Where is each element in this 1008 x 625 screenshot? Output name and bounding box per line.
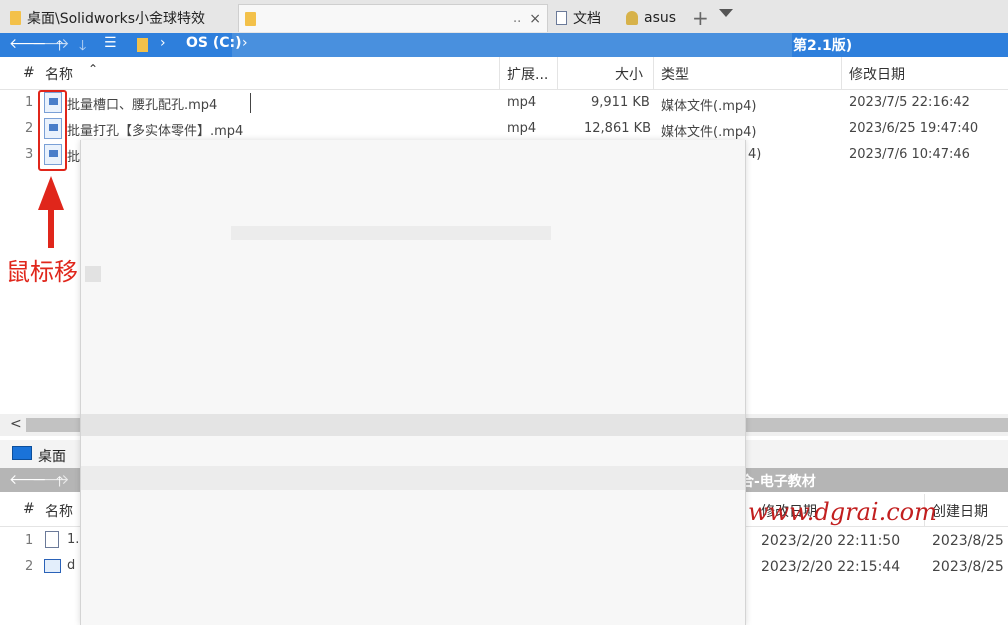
column-size[interactable]: 大小 <box>615 64 643 84</box>
column-name[interactable]: 名称 <box>45 64 73 84</box>
row-number: 2 <box>25 121 34 136</box>
watermark: www.dgrai.com <box>748 498 937 526</box>
blurred-popup-overlay <box>80 140 746 625</box>
file-type: 媒体文件(.mp4) <box>661 99 757 114</box>
desktop-icon <box>12 446 32 460</box>
file-modified: 2023/2/20 22:15:44 <box>761 559 901 575</box>
file-name[interactable]: d <box>67 558 75 573</box>
tab-label: 桌面\Solidworks小金球特效 <box>27 11 206 27</box>
lower-tab-label[interactable]: 桌面 <box>38 446 66 466</box>
tab-solidworks[interactable]: 桌面\Solidworks小金球特效 <box>4 4 236 32</box>
file-modified: 2023/7/5 22:16:42 <box>849 95 970 110</box>
row-number: 1 <box>25 533 34 548</box>
column-divider <box>499 57 500 89</box>
annotation-text: 鼠标移 <box>6 258 78 286</box>
address-bar[interactable]: 🡐 🡒 🡑 🡓 ☰ › OS (C:) › 第2.1版) <box>0 33 1008 57</box>
file-type: 媒体文件(.mp4) <box>661 125 757 140</box>
tab-list-dropdown-icon[interactable] <box>719 9 733 17</box>
annotation-arrow-shaft <box>48 208 54 248</box>
up-arrow-icon[interactable]: 🡑 <box>56 35 63 59</box>
popup-blurred-text <box>231 226 551 240</box>
tab-asus[interactable]: asus <box>620 4 688 32</box>
file-size: 9,911 KB <box>591 95 650 110</box>
tab-documents[interactable]: 文档 <box>550 4 618 32</box>
table-row[interactable]: 1 批量槽口、腰孔配孔.mp4 mp4 9,911 KB 媒体文件(.mp4) … <box>0 90 1008 116</box>
lower-address-tail[interactable]: 合-电子教材 <box>740 471 816 491</box>
file-name[interactable]: 1. <box>67 532 79 547</box>
column-created[interactable]: 创建日期 <box>932 501 988 521</box>
forward-arrow-icon[interactable]: 🡒 <box>32 35 70 52</box>
popup-band <box>81 414 745 436</box>
file-modified: 2023/6/25 19:47:40 <box>849 121 979 136</box>
tab-label: 文档 <box>573 11 601 27</box>
address-path-blurred <box>232 33 792 57</box>
document-icon <box>556 11 567 25</box>
user-folder-icon <box>626 11 638 25</box>
media-file-icon <box>44 559 61 573</box>
folder-icon <box>245 11 256 26</box>
file-name[interactable]: 批量槽口、腰孔配孔.mp4 <box>67 94 217 113</box>
column-num[interactable]: # <box>23 65 35 81</box>
row-number: 2 <box>25 559 34 574</box>
column-divider <box>557 57 558 89</box>
text-cursor <box>250 93 251 113</box>
annotation-arrow-icon <box>38 176 64 210</box>
file-name[interactable]: 批 <box>67 146 80 165</box>
sort-ascending-icon: ⌃ <box>88 62 99 76</box>
new-tab-button[interactable]: + <box>692 6 709 30</box>
chevron-right-icon[interactable]: › <box>242 35 248 51</box>
column-type[interactable]: 类型 <box>661 64 689 84</box>
column-ext[interactable]: 扩展... <box>507 64 548 84</box>
column-modified[interactable]: 修改日期 <box>849 64 905 84</box>
file-icon <box>45 531 59 548</box>
scroll-left-icon[interactable]: < <box>10 416 22 432</box>
file-type: 4) <box>748 147 762 162</box>
file-name[interactable]: 批量打孔【多实体零件】.mp4 <box>67 120 243 139</box>
tab-label: asus <box>644 10 677 26</box>
file-created: 2023/8/25 8 <box>932 533 1008 549</box>
forward-arrow-icon[interactable]: 🡒 <box>32 471 70 488</box>
column-divider <box>841 57 842 89</box>
column-num[interactable]: # <box>23 501 35 517</box>
file-created: 2023/8/25 8 <box>932 559 1008 575</box>
close-icon[interactable]: × <box>529 11 541 27</box>
address-tail[interactable]: 第2.1版) <box>793 35 852 55</box>
popup-band <box>81 466 745 490</box>
folder-icon <box>10 11 21 25</box>
menu-icon[interactable]: ☰ <box>104 35 117 51</box>
table-row[interactable]: 2 批量打孔【多实体零件】.mp4 mp4 12,861 KB 媒体文件(.mp… <box>0 116 1008 142</box>
file-modified: 2023/7/6 10:47:46 <box>849 147 970 162</box>
chevron-right-icon[interactable]: › <box>160 35 166 51</box>
file-ext: mp4 <box>507 95 537 110</box>
column-name[interactable]: 名称 <box>45 501 73 521</box>
row-number: 1 <box>25 95 34 110</box>
tab-active[interactable]: .. × <box>238 4 548 32</box>
address-drive[interactable]: OS (C:) <box>186 35 242 51</box>
row-number: 3 <box>25 147 34 162</box>
annotation-highlight-box <box>38 90 67 171</box>
file-ext: mp4 <box>507 121 537 136</box>
folder-icon <box>137 38 148 52</box>
down-arrow-icon[interactable]: 🡓 <box>79 35 86 59</box>
popup-blurred-icon <box>85 266 101 282</box>
column-divider <box>653 57 654 89</box>
file-size: 12,861 KB <box>584 121 652 136</box>
file-modified: 2023/2/20 22:11:50 <box>761 533 901 549</box>
